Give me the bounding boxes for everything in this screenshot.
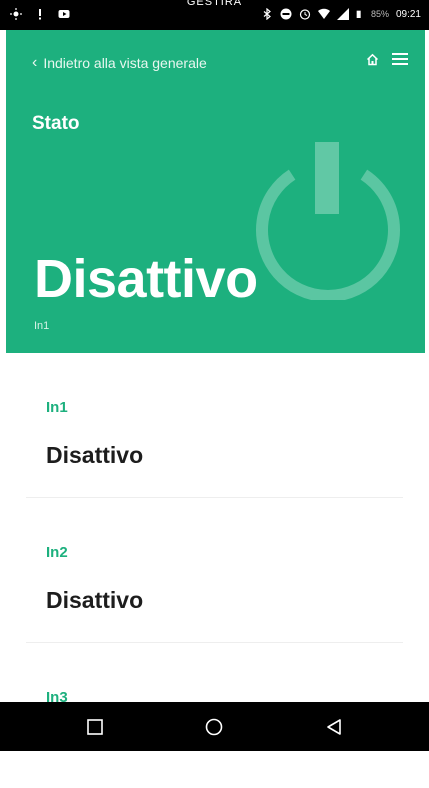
home-icon[interactable] [366, 53, 379, 66]
input-label: In2 [46, 544, 68, 561]
back-link-label: Indietro alla vista generale [43, 55, 207, 71]
battery-percentage: 85% [370, 9, 389, 19]
wifi-icon [317, 8, 330, 19]
power-icon [256, 142, 400, 300]
app-top-label: GESTIRA [186, 0, 243, 8]
page-title: Stato [32, 113, 80, 134]
brightness-icon [10, 8, 22, 20]
alarm-icon [299, 9, 311, 20]
video-icon [58, 10, 70, 18]
status-bar: GESTIRA 85% 09:21 [0, 0, 429, 30]
list-item[interactable]: In2 Disattivo [0, 498, 429, 643]
home-circle-icon[interactable] [203, 716, 225, 738]
clock: 09:21 [395, 8, 421, 20]
list-item[interactable]: In1 Disattivo [0, 353, 429, 498]
back-triangle-icon[interactable] [323, 716, 345, 738]
chevron-left-icon: ‹ [32, 54, 38, 71]
bluetooth-icon [263, 8, 271, 20]
signal-icon [336, 8, 349, 20]
recent-apps-icon[interactable] [84, 716, 106, 738]
alert-icon [39, 9, 41, 20]
menu-icon[interactable] [391, 52, 409, 66]
navigation-bar [0, 702, 429, 751]
state-value: Disattivo [34, 249, 258, 309]
battery-icon [356, 10, 361, 18]
status-header: ‹ Indietro alla vista generale Stato Dis… [6, 30, 425, 353]
input-value: Disattivo [46, 442, 144, 468]
input-label: In1 [46, 399, 68, 416]
input-value: Disattivo [46, 587, 144, 613]
state-channel-label: In1 [34, 320, 50, 332]
do-not-disturb-icon [280, 8, 292, 20]
back-to-overview-link[interactable]: ‹ Indietro alla vista generale [32, 54, 207, 72]
